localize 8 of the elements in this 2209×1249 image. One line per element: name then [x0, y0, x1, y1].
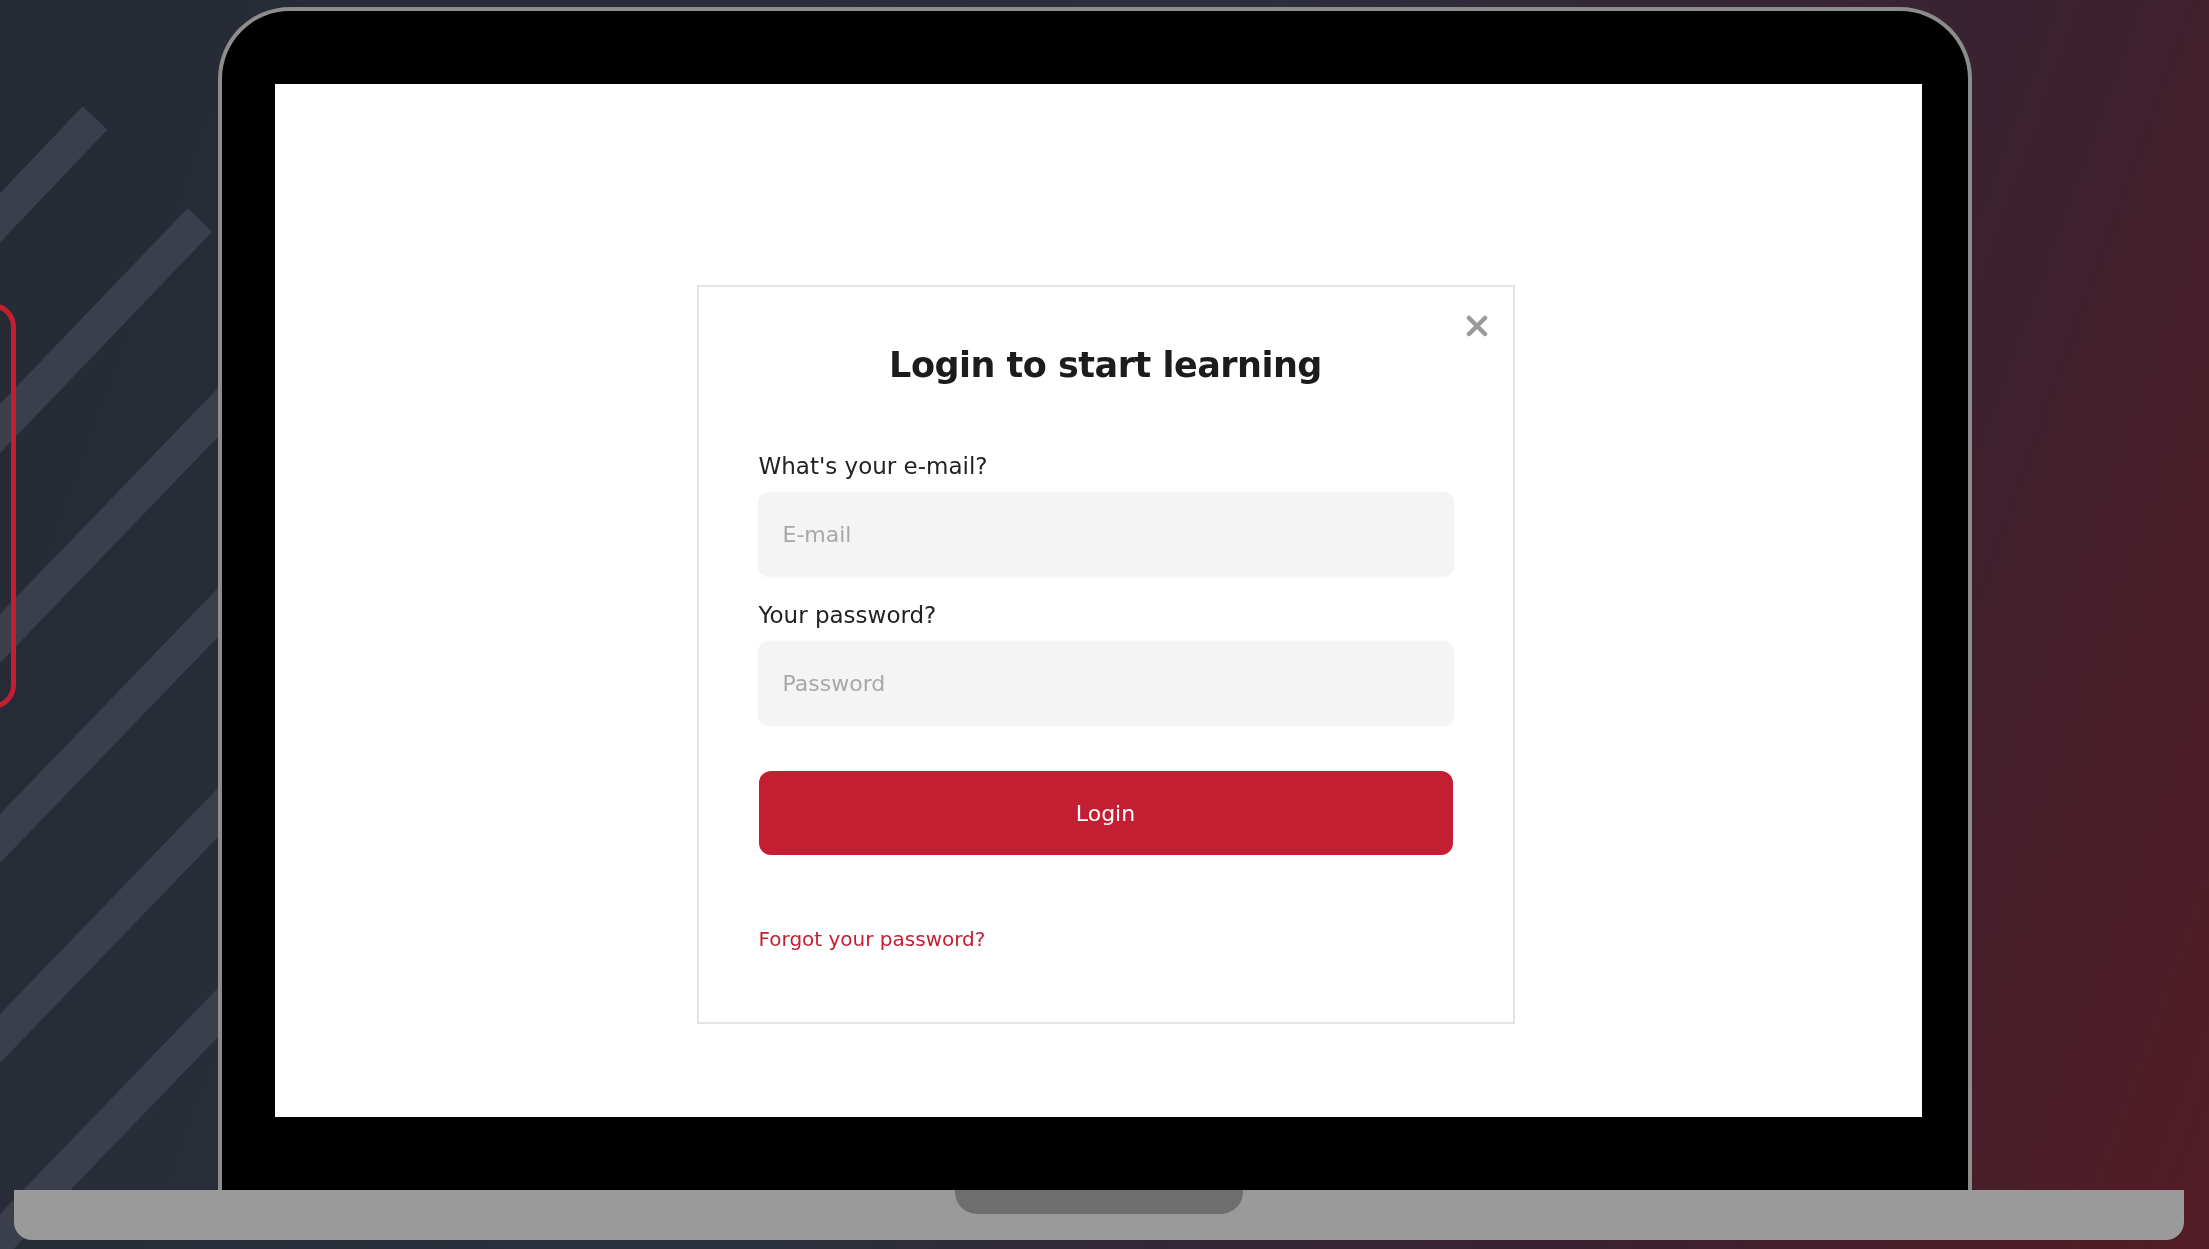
field-label: Your password?	[758, 602, 938, 628]
dialog-title: Login to start learning	[888, 345, 1323, 385]
input-field[interactable]: E-mail	[758, 493, 1453, 576]
login-button[interactable]: Login	[758, 771, 1453, 855]
forgot-password-link[interactable]: Forgot your password?	[758, 927, 986, 951]
field-label: What's your e-mail?	[758, 453, 989, 479]
input-field[interactable]: Password	[758, 642, 1453, 725]
close-icon[interactable]	[1465, 315, 1488, 337]
